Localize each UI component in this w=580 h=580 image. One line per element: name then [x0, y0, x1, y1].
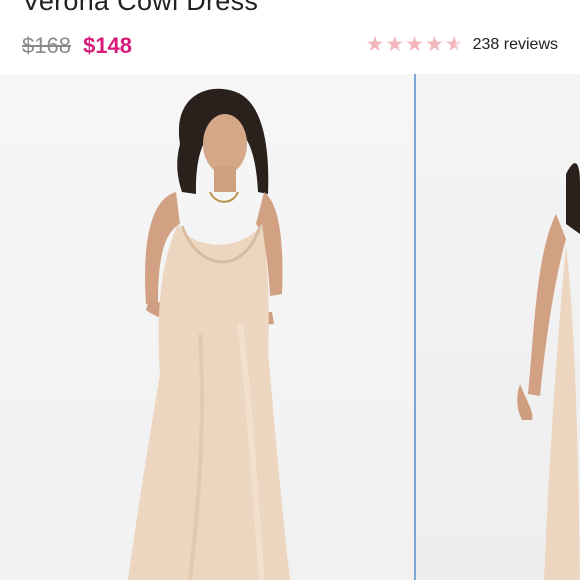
- star-rating: ★ ★ ★ ★ ★: [365, 34, 464, 55]
- model-front-illustration: [128, 88, 290, 580]
- original-price: $168: [22, 33, 71, 58]
- product-header: Verona Cowl Dress $168 $148 ★ ★ ★ ★ ★ 23…: [0, 0, 580, 74]
- product-image-main[interactable]: [0, 74, 416, 580]
- star-icon: ★: [385, 33, 405, 56]
- model-back-illustration: [517, 163, 580, 580]
- product-title: Verona Cowl Dress: [22, 0, 259, 16]
- half-star-icon: ★: [444, 33, 464, 56]
- star-icon: ★: [424, 33, 444, 56]
- sale-price: $148: [83, 33, 133, 58]
- product-image-secondary[interactable]: [416, 74, 580, 580]
- price-row: $168 $148: [22, 33, 132, 59]
- star-icon: ★: [365, 33, 385, 56]
- star-icon: ★: [405, 33, 424, 56]
- product-gallery: [0, 74, 580, 580]
- reviews-link[interactable]: 238 reviews: [473, 36, 558, 54]
- rating-summary[interactable]: ★ ★ ★ ★ ★ 238 reviews: [365, 34, 558, 55]
